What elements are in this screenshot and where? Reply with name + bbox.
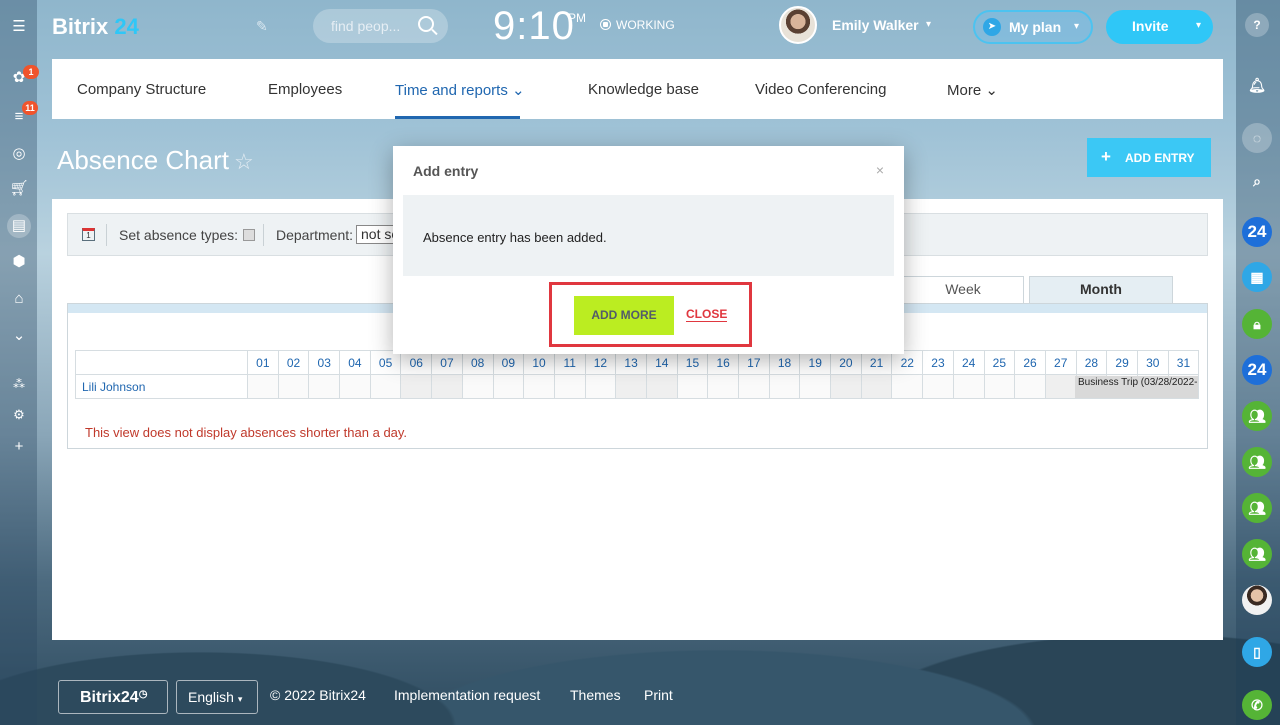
success-message: Absence entry has been added. (423, 230, 607, 245)
close-icon[interactable]: × (876, 162, 884, 178)
highlight-box (549, 282, 752, 347)
dialog-body: Absence entry has been added. (403, 195, 894, 276)
dialog-title: Add entry (413, 163, 479, 179)
modal-overlay (0, 0, 1280, 725)
